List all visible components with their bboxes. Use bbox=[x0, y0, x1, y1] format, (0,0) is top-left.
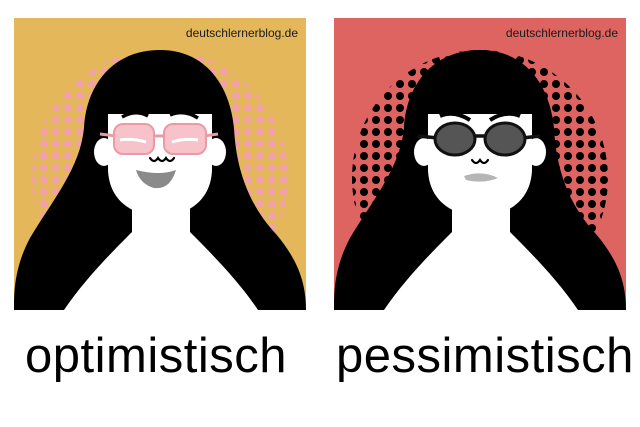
woman-portrait-icon bbox=[14, 18, 306, 310]
pessimistic-panel: deutschlernerblog.de bbox=[334, 18, 626, 310]
watermark: deutschlernerblog.de bbox=[505, 26, 618, 40]
woman-portrait-icon bbox=[334, 18, 626, 310]
caption-pessimistisch: pessimistisch bbox=[336, 329, 634, 383]
caption-optimistisch: optimistisch bbox=[25, 329, 287, 383]
watermark: deutschlernerblog.de bbox=[185, 26, 298, 40]
optimistic-panel: deutschlernerblog.de bbox=[14, 18, 306, 310]
